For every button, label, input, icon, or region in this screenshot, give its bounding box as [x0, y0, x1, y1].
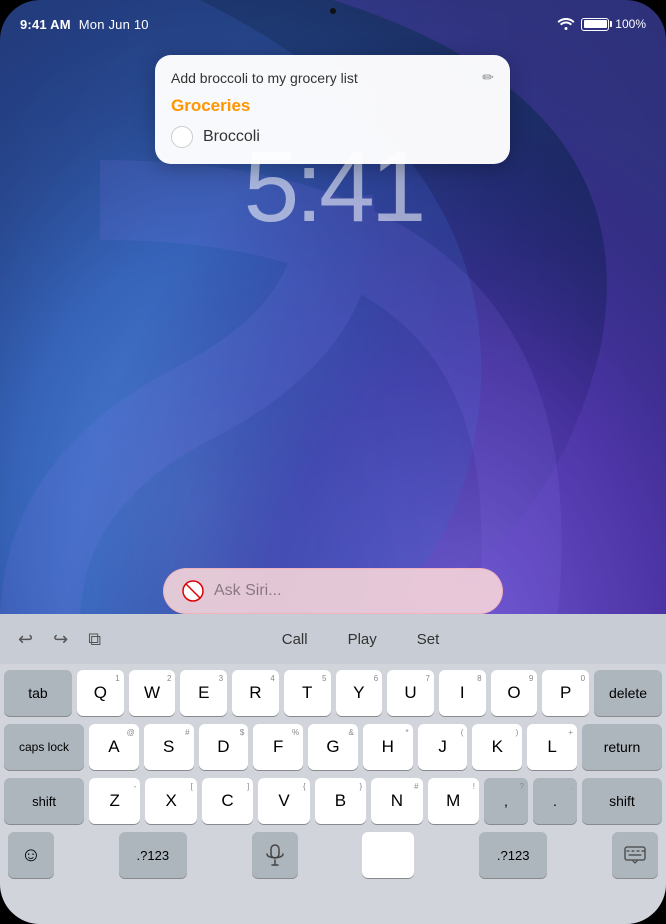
edit-icon[interactable]: ✏ [482, 69, 494, 86]
key-period[interactable]: .. [533, 778, 577, 824]
key-a[interactable]: @A [89, 724, 139, 770]
item-checkbox[interactable] [171, 126, 193, 148]
siri-bar-container[interactable]: Ask Siri... [163, 568, 503, 614]
key-m[interactable]: !M [428, 778, 479, 824]
num-right-key[interactable]: .?123 [479, 832, 547, 878]
ipad-frame: 9:41 AM Mon Jun 10 100% 5:41 Add broccol… [0, 0, 666, 924]
key-row-1: tab 1Q 2W 3E 4R 5T 6Y 7U 8I 9O 0P delete [4, 670, 662, 716]
key-row-bottom: ☺ .?123 .?123 [4, 832, 662, 878]
key-e[interactable]: 3E [180, 670, 227, 716]
emoji-key[interactable]: ☺ [8, 832, 54, 878]
key-y[interactable]: 6Y [336, 670, 383, 716]
camera-dot [330, 8, 336, 14]
key-z[interactable]: -Z [89, 778, 140, 824]
key-t[interactable]: 5T [284, 670, 331, 716]
shift-right-key[interactable]: shift [582, 778, 662, 824]
key-g[interactable]: &G [308, 724, 358, 770]
keyboard-dismiss-key[interactable] [612, 832, 658, 878]
notification-header: Add broccoli to my grocery list ✏ [171, 69, 494, 86]
key-s[interactable]: #S [144, 724, 194, 770]
key-i[interactable]: 8I [439, 670, 486, 716]
play-action[interactable]: Play [348, 631, 377, 648]
key-x[interactable]: [X [145, 778, 196, 824]
key-q[interactable]: 1Q [77, 670, 124, 716]
redo-button[interactable]: ↪ [47, 625, 74, 654]
status-date: Mon Jun 10 [79, 17, 149, 32]
status-bar: 9:41 AM Mon Jun 10 100% [0, 0, 666, 40]
undo-button[interactable]: ↩ [12, 625, 39, 654]
key-o[interactable]: 9O [491, 670, 538, 716]
siri-placeholder: Ask Siri... [214, 582, 282, 600]
key-l[interactable]: +L [527, 724, 577, 770]
key-k[interactable]: )K [472, 724, 522, 770]
key-h[interactable]: *H [363, 724, 413, 770]
key-d[interactable]: $D [199, 724, 249, 770]
battery-percent: 100% [615, 17, 646, 31]
keyboard-area: ↩ ↪ ⧉ Call Play Set tab 1Q 2W 3E 4R 5T 6… [0, 614, 666, 924]
delete-key[interactable]: delete [594, 670, 662, 716]
space-key[interactable] [362, 832, 414, 878]
status-time: 9:41 AM [20, 17, 71, 32]
tab-key[interactable]: tab [4, 670, 72, 716]
key-w[interactable]: 2W [129, 670, 176, 716]
battery-icon [581, 18, 609, 31]
wifi-icon [557, 16, 575, 33]
mic-key[interactable] [252, 832, 298, 878]
key-v[interactable]: {V [258, 778, 309, 824]
notification-title: Add broccoli to my grocery list [171, 70, 358, 86]
keyboard-toolbar: ↩ ↪ ⧉ Call Play Set [0, 614, 666, 664]
keyboard-keys: tab 1Q 2W 3E 4R 5T 6Y 7U 8I 9O 0P delete… [0, 664, 666, 890]
siri-bar[interactable]: Ask Siri... [163, 568, 503, 614]
call-action[interactable]: Call [282, 631, 308, 648]
key-p[interactable]: 0P [542, 670, 589, 716]
key-f[interactable]: %F [253, 724, 303, 770]
key-row-3: shift -Z [X ]C {V }B #N !M ?, .. shift [4, 778, 662, 824]
siri-icon [182, 580, 204, 602]
key-row-2: caps lock @A #S $D %F &G *H (J )K +L ret… [4, 724, 662, 770]
key-b[interactable]: }B [315, 778, 366, 824]
key-c[interactable]: ]C [202, 778, 253, 824]
notification-item: Broccoli [171, 126, 494, 148]
key-r[interactable]: 4R [232, 670, 279, 716]
key-comma[interactable]: ?, [484, 778, 528, 824]
copy-button[interactable]: ⧉ [82, 625, 107, 654]
key-n[interactable]: #N [371, 778, 422, 824]
caps-lock-key[interactable]: caps lock [4, 724, 84, 770]
notification-card[interactable]: Add broccoli to my grocery list ✏ Grocer… [155, 55, 510, 164]
set-action[interactable]: Set [417, 631, 440, 648]
num-left-key[interactable]: .?123 [119, 832, 187, 878]
shift-left-key[interactable]: shift [4, 778, 84, 824]
item-label: Broccoli [203, 128, 260, 146]
key-u[interactable]: 7U [387, 670, 434, 716]
key-j[interactable]: (J [418, 724, 468, 770]
notification-list-name: Groceries [171, 96, 494, 116]
return-key[interactable]: return [582, 724, 662, 770]
